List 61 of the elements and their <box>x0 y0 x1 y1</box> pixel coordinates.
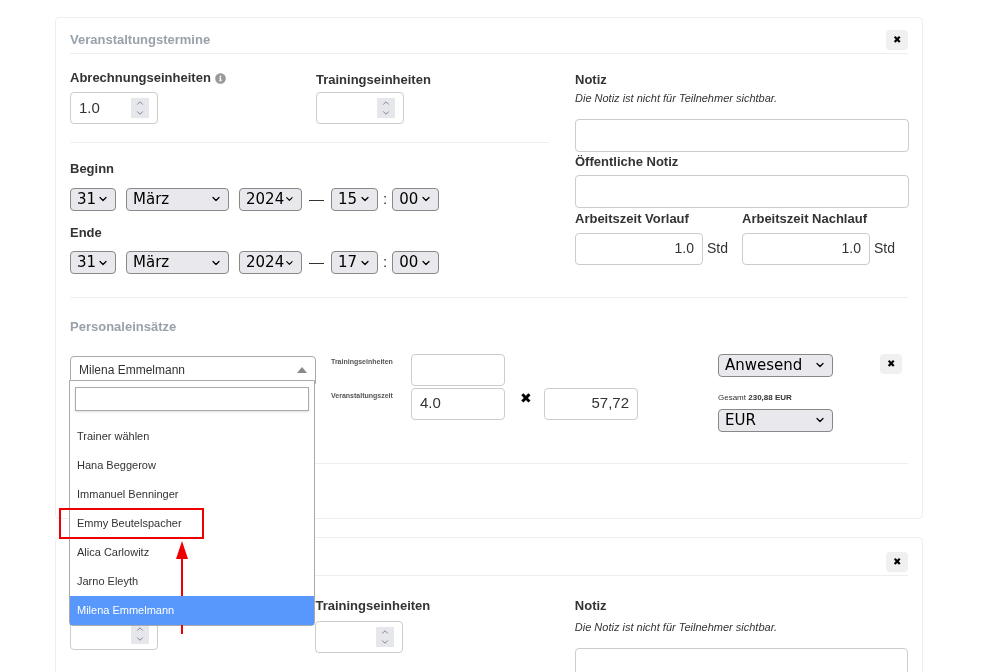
spinner-icon[interactable] <box>377 98 395 118</box>
section-title: Personaleinsätze <box>70 318 178 336</box>
field-label: Notiz <box>574 596 608 615</box>
dash-text: — <box>309 252 324 273</box>
up-triangle-icon <box>297 366 307 373</box>
billing-units-field[interactable]: 1.0 <box>70 92 158 124</box>
note-field[interactable] <box>574 647 908 672</box>
dropdown-option[interactable]: Alica Carlowitz <box>70 538 314 567</box>
day-select[interactable]: 31 <box>70 251 116 274</box>
year-select[interactable]: 2024 <box>239 251 302 274</box>
field-label: Arbeitszeit Nachlauf <box>742 210 868 228</box>
field-label: Notiz <box>575 71 608 86</box>
multiply-icon: ✖ <box>520 387 532 404</box>
hour-select[interactable]: 15 <box>331 187 378 211</box>
dropdown-option[interactable]: Emmy Beutelspacher <box>70 509 314 538</box>
training-units-field[interactable] <box>316 92 404 124</box>
field-label: Trainingseinheiten <box>316 71 431 86</box>
day-select[interactable]: 31 <box>70 187 116 211</box>
total-text: Gesamt 230,88 EUR <box>718 391 793 404</box>
info-icon <box>214 72 226 84</box>
minute-select[interactable]: 00 <box>392 251 440 274</box>
note-field[interactable] <box>575 118 909 152</box>
close-button[interactable]: ✖ <box>886 551 908 572</box>
hint-text: Die Notiz ist nicht für Teilnehmer sichtbar. <box>574 620 778 635</box>
hours-field[interactable]: 1.0 <box>742 232 870 265</box>
unit-text: Std <box>707 239 728 258</box>
colon-text: : <box>383 252 388 273</box>
field-label: Abrechnungseinheiten <box>70 69 211 88</box>
minute-select[interactable]: 00 <box>392 187 440 211</box>
public-note-field[interactable] <box>575 175 909 208</box>
field-label: Öffentliche Notiz <box>575 152 680 171</box>
field-label: Arbeitszeit Vorlauf <box>575 210 690 228</box>
rate-field[interactable]: 57,72 <box>544 387 638 420</box>
status-select[interactable]: Anwesend <box>718 353 833 377</box>
dropdown-option[interactable]: Immanuel Benninger <box>70 480 314 509</box>
field-label: Beginn <box>70 160 116 178</box>
close-button[interactable]: ✖ <box>886 29 908 50</box>
year-select[interactable]: 2024 <box>239 187 302 211</box>
dropdown-option[interactable]: Jarno Eleyth <box>70 567 314 596</box>
dropdown-option[interactable]: Hana Beggerow <box>70 451 314 480</box>
close-button[interactable]: ✖ <box>880 353 902 374</box>
training-units-field[interactable] <box>315 621 404 653</box>
dropdown-option[interactable]: Trainer wählen <box>70 422 314 451</box>
month-select[interactable]: März <box>126 187 229 211</box>
spinner-icon[interactable] <box>376 627 395 647</box>
month-select[interactable]: März <box>126 251 229 274</box>
trainer-select[interactable]: Milena Emmelmann <box>70 355 316 384</box>
hours-field[interactable]: 1.0 <box>575 232 703 265</box>
hint-text: Die Notiz ist nicht für Teilnehmer sichtbar. <box>575 91 779 106</box>
colon-text: : <box>383 188 388 209</box>
event-time-field[interactable]: 4.0 <box>411 387 505 420</box>
dash-text: — <box>309 188 324 209</box>
field-label: Trainingseinheiten <box>315 596 432 615</box>
hour-select[interactable]: 17 <box>331 251 378 274</box>
section-title: Veranstaltungstermine <box>70 30 211 49</box>
field-label: Ende <box>70 223 103 242</box>
spinner-icon[interactable] <box>131 98 149 118</box>
currency-select[interactable]: EUR <box>718 408 833 432</box>
unit-text: Std <box>874 239 895 258</box>
dropdown-search-field[interactable] <box>75 387 309 411</box>
training-units-input[interactable] <box>411 353 505 386</box>
